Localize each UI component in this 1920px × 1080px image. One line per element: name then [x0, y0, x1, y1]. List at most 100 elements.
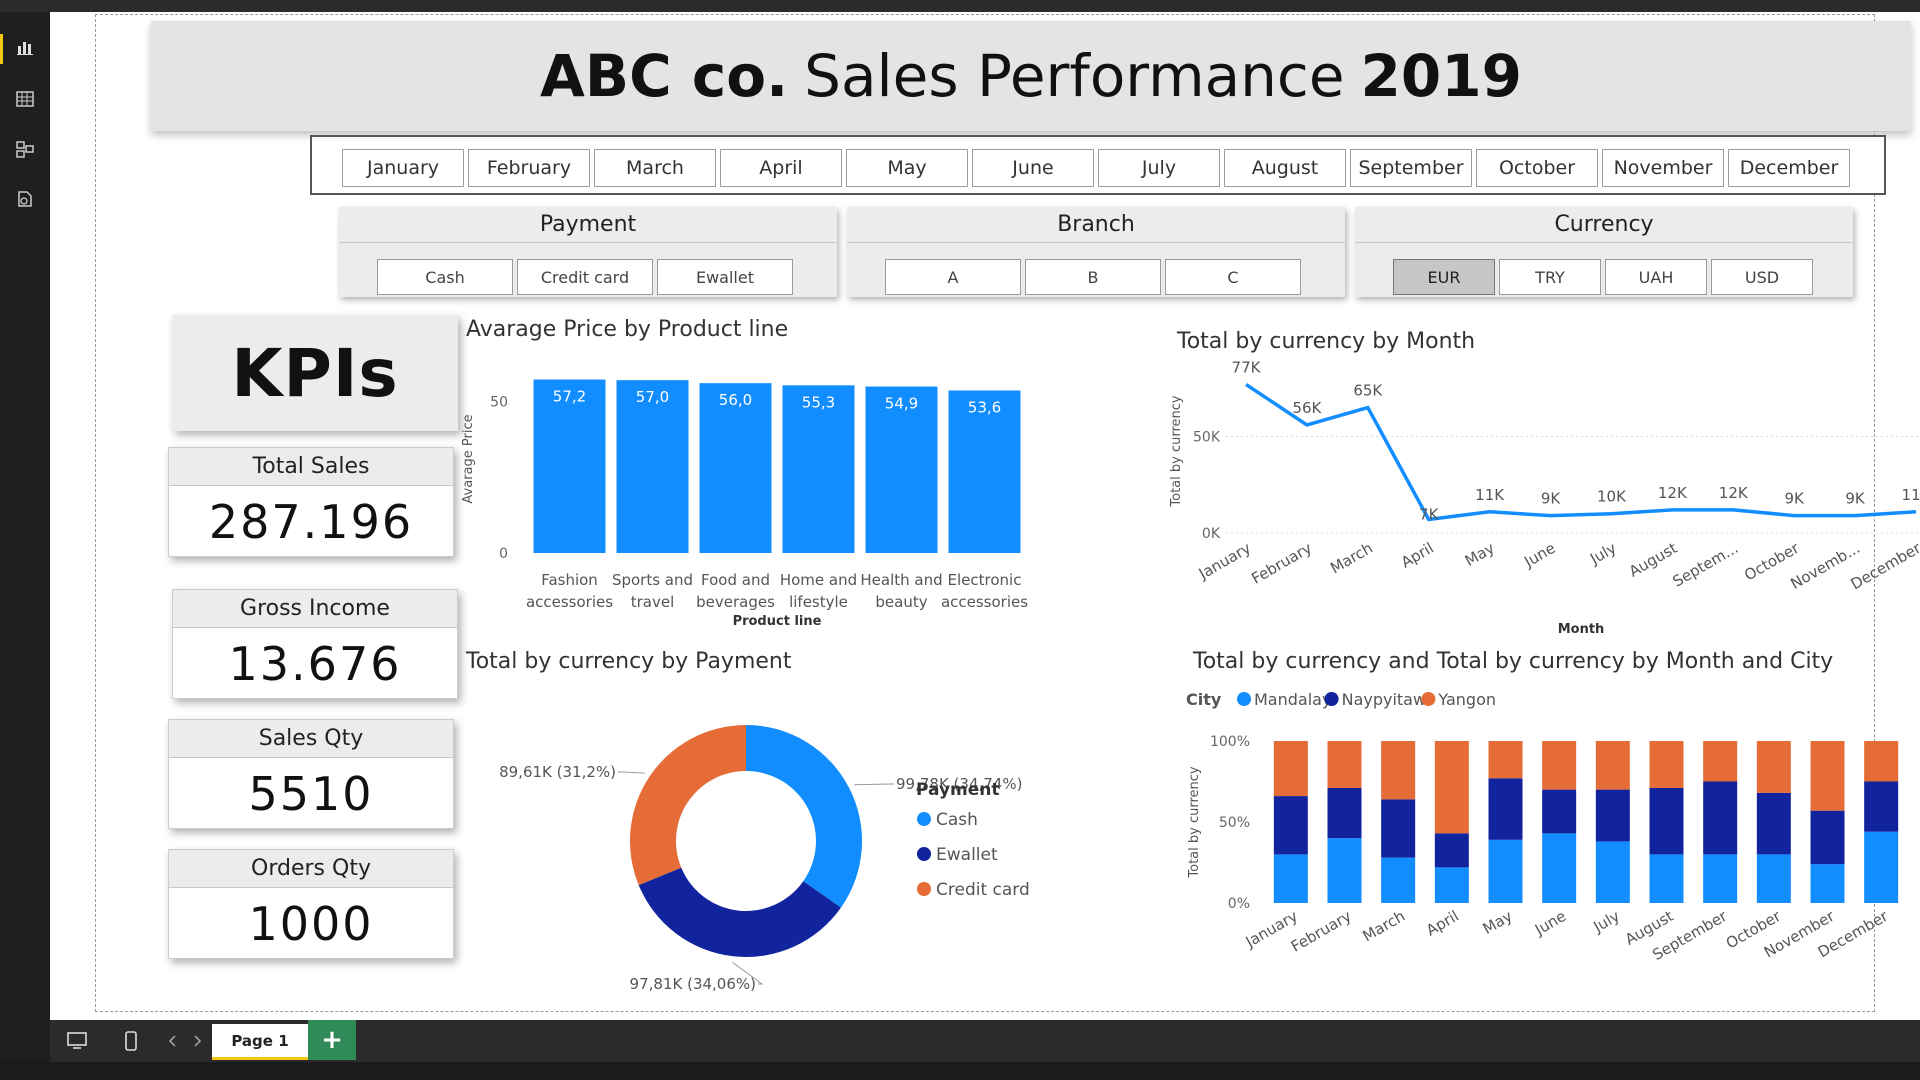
legend-label: Credit card: [936, 880, 1030, 900]
avg-price-bar-chart[interactable]: Avarage Price 0 50 57,2 Fashion accessories 57…: [456, 345, 1036, 635]
slice-data-label: 89,61K (31,2%): [499, 763, 616, 781]
y-tick-label: 0: [499, 546, 508, 562]
stacked-bar-segment: [1756, 741, 1791, 793]
x-tick-label: July: [1590, 907, 1623, 937]
stacked-bar-segment: [1273, 796, 1308, 855]
kpi-card-sales-qty: Sales Qty 5510: [168, 719, 454, 829]
stacked-bar-segment: [1327, 741, 1362, 788]
x-axis-label: Month: [1558, 622, 1605, 635]
kpi-value: 1000: [248, 897, 374, 951]
stacked-bar-segment: [1542, 833, 1577, 903]
bar: [533, 379, 606, 553]
month-button-june[interactable]: June: [972, 149, 1094, 187]
tab-page-1[interactable]: Page 1: [212, 1024, 308, 1060]
desktop-layout-icon[interactable]: [66, 1030, 88, 1052]
stacked-bar-segment: [1488, 839, 1523, 903]
payment-option-ewallet[interactable]: Ewallet: [657, 259, 793, 295]
stacked-bar-segment: [1703, 781, 1738, 855]
stacked-bar-segment: [1327, 838, 1362, 903]
kpi-value: 5510: [248, 767, 374, 821]
currency-option-uah[interactable]: UAH: [1605, 259, 1707, 295]
x-tick-label: June: [1531, 907, 1569, 939]
stacked-bar-segment: [1542, 789, 1577, 834]
stacked-bar-segment: [1595, 741, 1630, 790]
payment-option-credit-card[interactable]: Credit card: [517, 259, 653, 295]
title-company: ABC co.: [540, 42, 789, 110]
leader-line: [618, 771, 645, 774]
currency-slicer: Currency EUR TRY UAH USD: [1355, 207, 1853, 297]
stacked-bar-segment: [1595, 841, 1630, 903]
model-view-icon[interactable]: [14, 138, 36, 160]
point-data-label: 77K: [1232, 359, 1262, 376]
month-button-december[interactable]: December: [1728, 149, 1850, 187]
branch-option-c[interactable]: C: [1165, 259, 1301, 295]
previous-page-icon[interactable]: [162, 1030, 184, 1052]
currency-option-eur[interactable]: EUR: [1393, 259, 1495, 295]
x-tick-label: April: [1423, 907, 1462, 940]
legend-marker: [917, 812, 931, 826]
month-button-september[interactable]: September: [1350, 149, 1472, 187]
month-line-chart[interactable]: Total by currency 0K 50K 77K January 56K Febru…: [1166, 359, 1920, 635]
currency-option-usd[interactable]: USD: [1711, 259, 1813, 295]
x-tick-label: Sports and: [612, 571, 693, 589]
report-view-icon[interactable]: [14, 36, 36, 58]
legend-label: Ewallet: [936, 845, 998, 865]
point-data-label: 9K: [1845, 490, 1866, 508]
month-button-february[interactable]: February: [468, 149, 590, 187]
dax-query-view-icon[interactable]: [14, 188, 36, 210]
stacked-bar-segment: [1649, 741, 1684, 788]
stacked-bar-segment: [1434, 833, 1469, 868]
kpi-label: Total Sales: [169, 448, 453, 486]
stacked-bar-segment: [1864, 831, 1899, 903]
x-tick-label: Septem...: [1670, 539, 1742, 591]
branch-option-a[interactable]: A: [885, 259, 1021, 295]
stacked-bar-segment: [1434, 741, 1469, 834]
x-tick-label: Electronic: [948, 571, 1022, 589]
month-button-august[interactable]: August: [1224, 149, 1346, 187]
next-page-icon[interactable]: [186, 1030, 208, 1052]
currency-option-try[interactable]: TRY: [1499, 259, 1601, 295]
payment-option-cash[interactable]: Cash: [377, 259, 513, 295]
bar-data-label: 54,9: [885, 395, 918, 413]
month-button-march[interactable]: March: [594, 149, 716, 187]
legend-marker: [917, 882, 931, 896]
stacked-bar-segment: [1649, 854, 1684, 903]
bar-data-label: 57,0: [636, 388, 669, 406]
payment-slicer-title: Payment: [339, 207, 837, 243]
x-tick-label: February: [1248, 539, 1315, 588]
data-view-icon[interactable]: [14, 88, 36, 110]
leader-line: [854, 783, 894, 786]
kpi-value: 287.196: [208, 495, 414, 549]
legend-label: Naypyitaw: [1342, 690, 1426, 709]
kpi-label: Gross Income: [173, 590, 457, 628]
month-button-may[interactable]: May: [846, 149, 968, 187]
stacked-bar-segment: [1703, 854, 1738, 903]
month-button-april[interactable]: April: [720, 149, 842, 187]
slice-data-label: 97,81K (34,06%): [630, 975, 756, 993]
month-button-november[interactable]: November: [1602, 149, 1724, 187]
stacked-bar-segment: [1756, 854, 1791, 903]
branch-option-b[interactable]: B: [1025, 259, 1161, 295]
chart-title-by-payment: Total by currency by Payment: [466, 649, 792, 674]
stacked-bar-segment: [1810, 741, 1845, 811]
mobile-layout-icon[interactable]: [120, 1030, 142, 1052]
x-tick-label: May: [1462, 539, 1498, 570]
point-data-label: 65K: [1353, 382, 1383, 400]
month-button-july[interactable]: July: [1098, 149, 1220, 187]
title-year: 2019: [1360, 42, 1522, 110]
month-button-january[interactable]: January: [342, 149, 464, 187]
month-button-october[interactable]: October: [1476, 149, 1598, 187]
payment-donut-chart[interactable]: 99,78K (34,74%)97,81K (34,06%)89,61K (31…: [456, 679, 1066, 999]
currency-slicer-title: Currency: [1355, 207, 1853, 243]
x-tick-label: Fashion: [541, 571, 598, 589]
x-tick-label: May: [1480, 907, 1516, 938]
bar-data-label: 55,3: [802, 393, 835, 411]
bar-data-label: 56,0: [719, 391, 752, 409]
payment-slicer: Payment Cash Credit card Ewallet: [339, 207, 837, 297]
month-city-stacked-chart[interactable]: City Mandalay Naypyitaw Yangon Total by curr…: [1186, 679, 1920, 999]
add-page-button[interactable]: +: [308, 1020, 356, 1060]
branch-slicer-title: Branch: [847, 207, 1345, 243]
stacked-bar-segment: [1810, 810, 1845, 865]
stacked-bar-segment: [1381, 857, 1416, 903]
x-tick-label: beverages: [696, 593, 775, 611]
